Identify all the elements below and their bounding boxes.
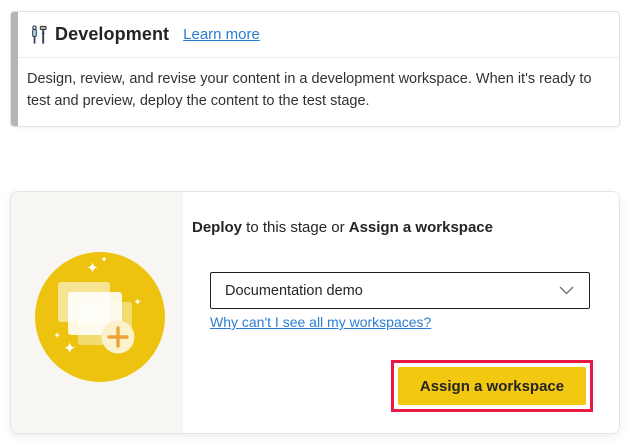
assign-workspace-button[interactable]: Assign a workspace: [398, 367, 586, 405]
workspace-stack-illustration: [35, 252, 165, 382]
workspaces-help-link[interactable]: Why can't I see all my workspaces?: [210, 314, 431, 330]
learn-more-link[interactable]: Learn more: [183, 26, 260, 43]
development-card-main: Development Learn more Design, review, a…: [18, 12, 619, 126]
workspace-dropdown[interactable]: Documentation demo: [210, 272, 590, 309]
annotation-highlight-box: Assign a workspace: [391, 360, 593, 412]
development-stage-card: Development Learn more Design, review, a…: [10, 11, 620, 127]
assign-heading-connector: to this stage or: [242, 219, 349, 236]
card-accent-bar: [11, 12, 18, 126]
assign-heading-deploy: Deploy: [192, 219, 243, 236]
assign-heading-assign: Assign a workspace: [348, 219, 493, 236]
assign-heading: Deploy to this stage or Assign a workspa…: [192, 219, 493, 236]
assign-workspace-card: Deploy to this stage or Assign a workspa…: [10, 191, 620, 434]
stage-description: Design, review, and revise your content …: [27, 71, 592, 109]
development-card-header: Development Learn more: [18, 12, 619, 58]
development-tools-icon: [32, 24, 47, 44]
stage-title: Development: [55, 24, 170, 44]
chevron-down-icon: [559, 286, 574, 295]
workspace-dropdown-value: Documentation demo: [225, 282, 363, 299]
assign-workspace-content: Deploy to this stage or Assign a workspa…: [183, 192, 619, 433]
illustration-panel: [11, 192, 183, 433]
